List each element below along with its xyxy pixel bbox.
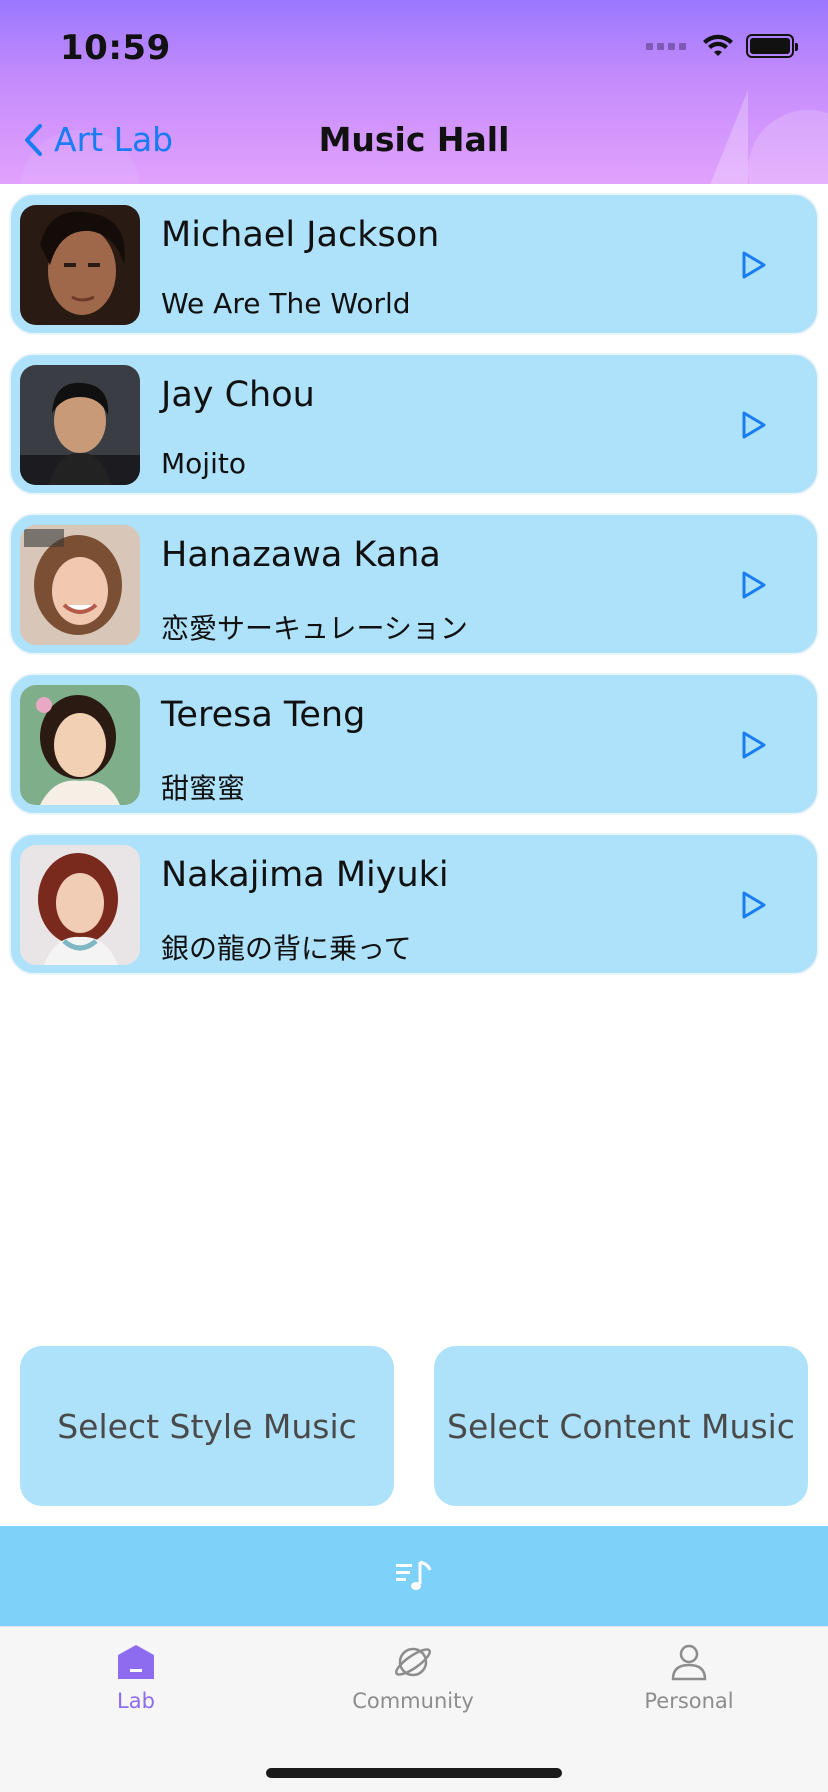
play-icon[interactable]: [737, 249, 769, 281]
artist-avatar: [20, 845, 140, 965]
person-icon: [671, 1644, 707, 1681]
song-title: Mojito: [161, 447, 246, 480]
tab-label: Community: [352, 1689, 474, 1713]
play-icon[interactable]: [737, 729, 769, 761]
artist-avatar: [20, 685, 140, 805]
header: 10:59 Art Lab Music Hall: [0, 0, 828, 184]
artist-name: Hanazawa Kana: [161, 535, 441, 575]
page-title: Music Hall: [318, 120, 510, 159]
song-title: We Are The World: [161, 287, 411, 320]
track-card[interactable]: Michael Jackson We Are The World: [10, 194, 818, 334]
artist-name: Michael Jackson: [161, 215, 440, 255]
home-indicator: [266, 1768, 562, 1778]
track-card[interactable]: Nakajima Miyuki 銀の龍の背に乗って: [10, 834, 818, 974]
cellular-signal-icon: [646, 42, 686, 50]
track-list: Michael Jackson We Are The World Jay Cho…: [10, 194, 818, 994]
tab-label: Personal: [644, 1689, 734, 1713]
playlist-music-icon[interactable]: [394, 1556, 434, 1596]
artist-avatar: [20, 365, 140, 485]
planet-icon: [395, 1647, 431, 1677]
status-icons: [646, 34, 798, 58]
select-style-music-button[interactable]: Select Style Music: [20, 1346, 394, 1506]
song-title: 甜蜜蜜: [161, 772, 246, 805]
track-card[interactable]: Teresa Teng 甜蜜蜜: [10, 674, 818, 814]
song-title: 恋愛サーキュレーション: [161, 612, 468, 645]
tab-lab[interactable]: Lab: [36, 1643, 236, 1713]
artist-avatar: [20, 525, 140, 645]
home-icon: [118, 1645, 154, 1679]
tab-personal[interactable]: Personal: [589, 1643, 789, 1713]
artist-avatar: [20, 205, 140, 325]
song-title: 銀の龍の背に乗って: [161, 932, 412, 965]
status-time: 10:59: [60, 28, 171, 68]
player-bar[interactable]: [0, 1526, 828, 1626]
select-content-music-button[interactable]: Select Content Music: [434, 1346, 808, 1506]
play-icon[interactable]: [737, 409, 769, 441]
artist-name: Teresa Teng: [161, 695, 366, 735]
play-icon[interactable]: [737, 889, 769, 921]
wifi-icon: [703, 34, 733, 56]
tab-community[interactable]: Community: [313, 1643, 513, 1713]
track-card[interactable]: Hanazawa Kana 恋愛サーキュレーション: [10, 514, 818, 654]
play-icon[interactable]: [737, 569, 769, 601]
artist-name: Nakajima Miyuki: [161, 855, 449, 895]
battery-icon: [746, 34, 798, 58]
track-card[interactable]: Jay Chou Mojito: [10, 354, 818, 494]
tab-label: Lab: [117, 1689, 155, 1713]
artist-name: Jay Chou: [161, 375, 315, 415]
